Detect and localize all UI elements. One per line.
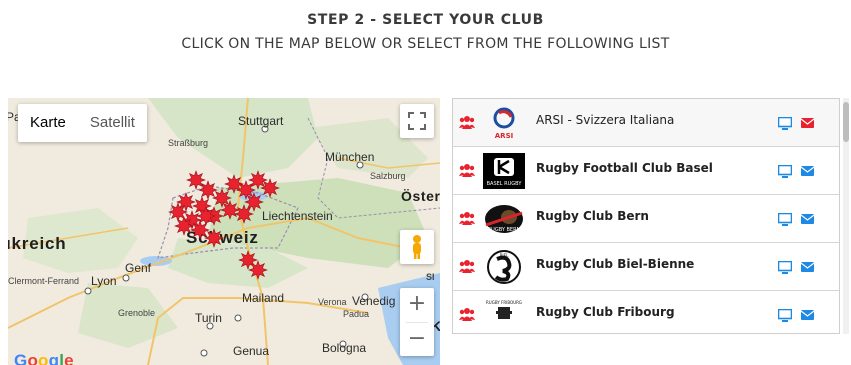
map-label-salzburg: Salzburg [370, 171, 406, 181]
monitor-icon[interactable] [778, 213, 792, 226]
fullscreen-button[interactable] [400, 104, 434, 138]
club-row[interactable]: BASEL RUGBY Rugby Football Club Basel [453, 147, 839, 195]
map-type-control: Karte Satellit [18, 104, 147, 142]
club-list[interactable]: ARSI ARSI - Svizzera Italiana BASEL RUGB… [452, 98, 840, 334]
basel-logo-text: BASEL RUGBY [487, 181, 523, 187]
people-icon [459, 260, 475, 273]
club-list-scrollbar[interactable] [843, 98, 849, 334]
zoom-out-button[interactable]: − [400, 323, 434, 357]
fullscreen-icon [408, 112, 426, 130]
people-icon [459, 116, 475, 129]
map-label-lyon: Lyon [91, 274, 117, 288]
step-subtitle: CLICK ON THE MAP BELOW OR SELECT FROM TH… [181, 36, 670, 52]
mail-icon[interactable] [801, 166, 814, 176]
club-row[interactable]: ARSI ARSI - Svizzera Italiana [453, 99, 839, 147]
club-marker[interactable] [248, 260, 268, 280]
zoom-in-button[interactable]: + [400, 288, 434, 322]
monitor-icon[interactable] [778, 165, 792, 178]
map-label-mailand: Mailand [242, 291, 285, 305]
club-name[interactable]: Rugby Club Biel-Bienne [536, 257, 694, 271]
map-type-karte-button[interactable]: Karte [18, 104, 78, 142]
biel-logo: BIEL [487, 250, 521, 284]
mail-icon[interactable] [801, 262, 814, 272]
club-name[interactable]: ARSI - Svizzera Italiana [536, 113, 674, 127]
people-icon [459, 164, 475, 177]
google-logo-letter: o [38, 351, 49, 365]
map-label-genf: Genf [125, 261, 152, 275]
monitor-icon[interactable] [778, 309, 792, 322]
club-marker[interactable] [196, 206, 216, 226]
mail-icon[interactable] [801, 118, 814, 128]
basel-logo: BASEL RUGBY [483, 153, 525, 189]
map-label-padua: Padua [343, 309, 370, 319]
mail-icon[interactable] [801, 310, 814, 320]
people-icon [459, 308, 475, 321]
map-label-liechtenstein: Liechtenstein [262, 209, 333, 223]
map-label-turin: Turin [195, 311, 222, 325]
map-type-satellit-button[interactable]: Satellit [78, 104, 147, 142]
google-logo-letter: o [27, 351, 39, 365]
map-label-oesterreich: Öster [401, 188, 440, 204]
club-marker[interactable] [244, 192, 264, 212]
map-label-grenoble: Grenoble [118, 308, 156, 318]
street-view-button[interactable] [400, 230, 434, 264]
map-label-clermont: Clermont-Ferrand [8, 276, 80, 286]
mail-icon[interactable] [801, 214, 814, 224]
google-logo[interactable]: Google [14, 351, 74, 365]
monitor-icon[interactable] [778, 117, 792, 130]
pegman-icon [413, 235, 421, 259]
club-marker[interactable] [174, 216, 194, 236]
fribourg-logo: RUGBY FRIBOURG [486, 300, 522, 319]
club-name[interactable]: Rugby Club Bern [536, 209, 649, 223]
step-title: STEP 2 - SELECT YOUR CLUB [307, 12, 544, 28]
map-label-strasbourg: Straßburg [168, 138, 209, 148]
map-label-frankreich: ıkreich [8, 234, 67, 253]
map-label-si: SI [426, 272, 435, 282]
club-row[interactable]: BIEL Rugby Club Biel-Bienne [453, 243, 839, 291]
map-label-bologna: Bologna [322, 341, 367, 355]
bern-logo: RUGBY BERN [485, 205, 523, 233]
google-logo-letter: e [64, 351, 74, 365]
fribourg-logo-text: RUGBY FRIBOURG [486, 300, 522, 305]
map-label-stuttgart: Stuttgart [238, 114, 284, 128]
google-logo-letter: g [48, 351, 60, 365]
club-row[interactable]: RUGBY BERN Rugby Club Bern [453, 195, 839, 243]
club-name[interactable]: Rugby Club Fribourg [536, 305, 675, 319]
zoom-control: + − [400, 288, 434, 356]
google-logo-letter: G [14, 351, 28, 365]
map-label-verona: Verona [318, 297, 347, 307]
monitor-icon[interactable] [778, 261, 792, 274]
arsi-logo-text: ARSI [495, 132, 513, 140]
map-label-venedig: Venedig [352, 294, 396, 308]
club-map[interactable]: Pa Stuttgart Straßburg München Salzburg … [8, 98, 440, 365]
scrollbar-thumb[interactable] [843, 102, 849, 142]
arsi-logo: ARSI [493, 107, 515, 140]
bern-logo-text: RUGBY BERN [488, 227, 521, 233]
club-marker[interactable] [204, 228, 224, 248]
club-row[interactable]: RUGBY FRIBOURG Rugby Club Fribourg [453, 291, 839, 333]
club-name[interactable]: Rugby Football Club Basel [536, 161, 713, 175]
people-icon [459, 212, 475, 225]
map-label-muenchen: München [325, 150, 375, 164]
biel-logo-text: BIEL [500, 253, 509, 258]
map-label-genua: Genua [233, 344, 270, 358]
